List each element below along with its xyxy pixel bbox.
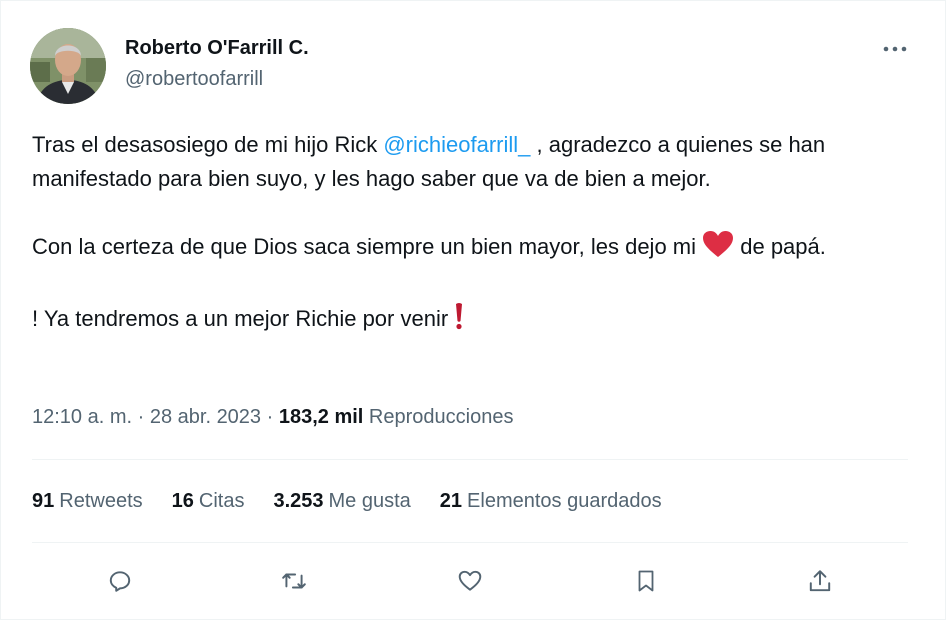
tweet-actions [32,561,908,601]
avatar[interactable] [30,28,106,104]
views-count: 183,2 mil [278,406,364,428]
exclamation-emoji-icon [454,302,464,340]
tweet-text-segment: de papá. [734,234,826,259]
author-handle[interactable]: @robertoofarrill [125,68,263,91]
tweet-paragraph-2: Con la certeza de que Dios saca siempre … [32,230,912,268]
likes-count: 3.253 [273,490,324,512]
bookmark-icon [638,570,654,592]
bookmarks-count: 21 [439,490,463,512]
tweet-text-segment: Con la certeza de que Dios saca siempre … [32,234,703,259]
divider [32,542,908,543]
share-icon [809,570,831,592]
retweets-count: 91 [32,490,55,512]
like-button[interactable] [450,561,490,601]
retweet-icon [282,573,306,589]
mention-link[interactable]: @richieofarrill_ [383,132,530,157]
more-horizontal-icon [883,46,907,52]
retweets-label: Retweets [59,490,143,512]
likes-label: Me gusta [328,490,411,512]
tweet-text-segment: Tras el desasosiego de mi hijo Rick [32,132,384,157]
meta-separator: · [132,406,150,428]
bookmark-button[interactable] [626,561,666,601]
reply-icon [109,571,131,592]
tweet-paragraph-1: Tras el desasosiego de mi hijo Rick @ric… [32,128,912,196]
retweets-stat[interactable]: 91 Retweets [32,490,143,513]
meta-separator: · [261,406,279,428]
divider [32,459,908,460]
tweet-stats: 91 Retweets 16 Citas 3.253 Me gusta 21 Eleme… [32,490,691,513]
tweet-card: Roberto O'Farrill C. @robertoofarrill Tr… [0,0,946,620]
tweet-date[interactable]: 28 abr. 2023 [150,406,261,428]
more-options-button[interactable] [877,35,913,63]
retweet-button[interactable] [274,561,314,601]
avatar-image [30,28,106,104]
red-heart-emoji-icon [702,230,734,268]
share-button[interactable] [800,561,840,601]
quotes-label: Citas [198,490,245,512]
tweet-text: Tras el desasosiego de mi hijo Rick @ric… [32,128,912,340]
quotes-stat[interactable]: 16 Citas [172,490,245,513]
likes-stat[interactable]: 3.253 Me gusta [273,490,410,513]
bookmarks-label: Elementos guardados [467,490,662,512]
author-name[interactable]: Roberto O'Farrill C. [125,37,309,60]
tweet-time[interactable]: 12:10 a. m. [32,406,132,428]
bookmarks-stat[interactable]: 21 Elementos guardados [440,490,662,513]
tweet-text-segment: ! Ya tendremos a un mejor Richie por ven… [32,306,455,331]
tweet-paragraph-3: ! Ya tendremos a un mejor Richie por ven… [32,302,912,340]
reply-button[interactable] [100,561,140,601]
quotes-count: 16 [171,490,194,512]
heart-icon [458,570,482,591]
tweet-meta: 12:10 a. m. · 28 abr. 2023 · 183,2 mil R… [32,406,513,429]
views-label: Reproducciones [363,406,514,428]
